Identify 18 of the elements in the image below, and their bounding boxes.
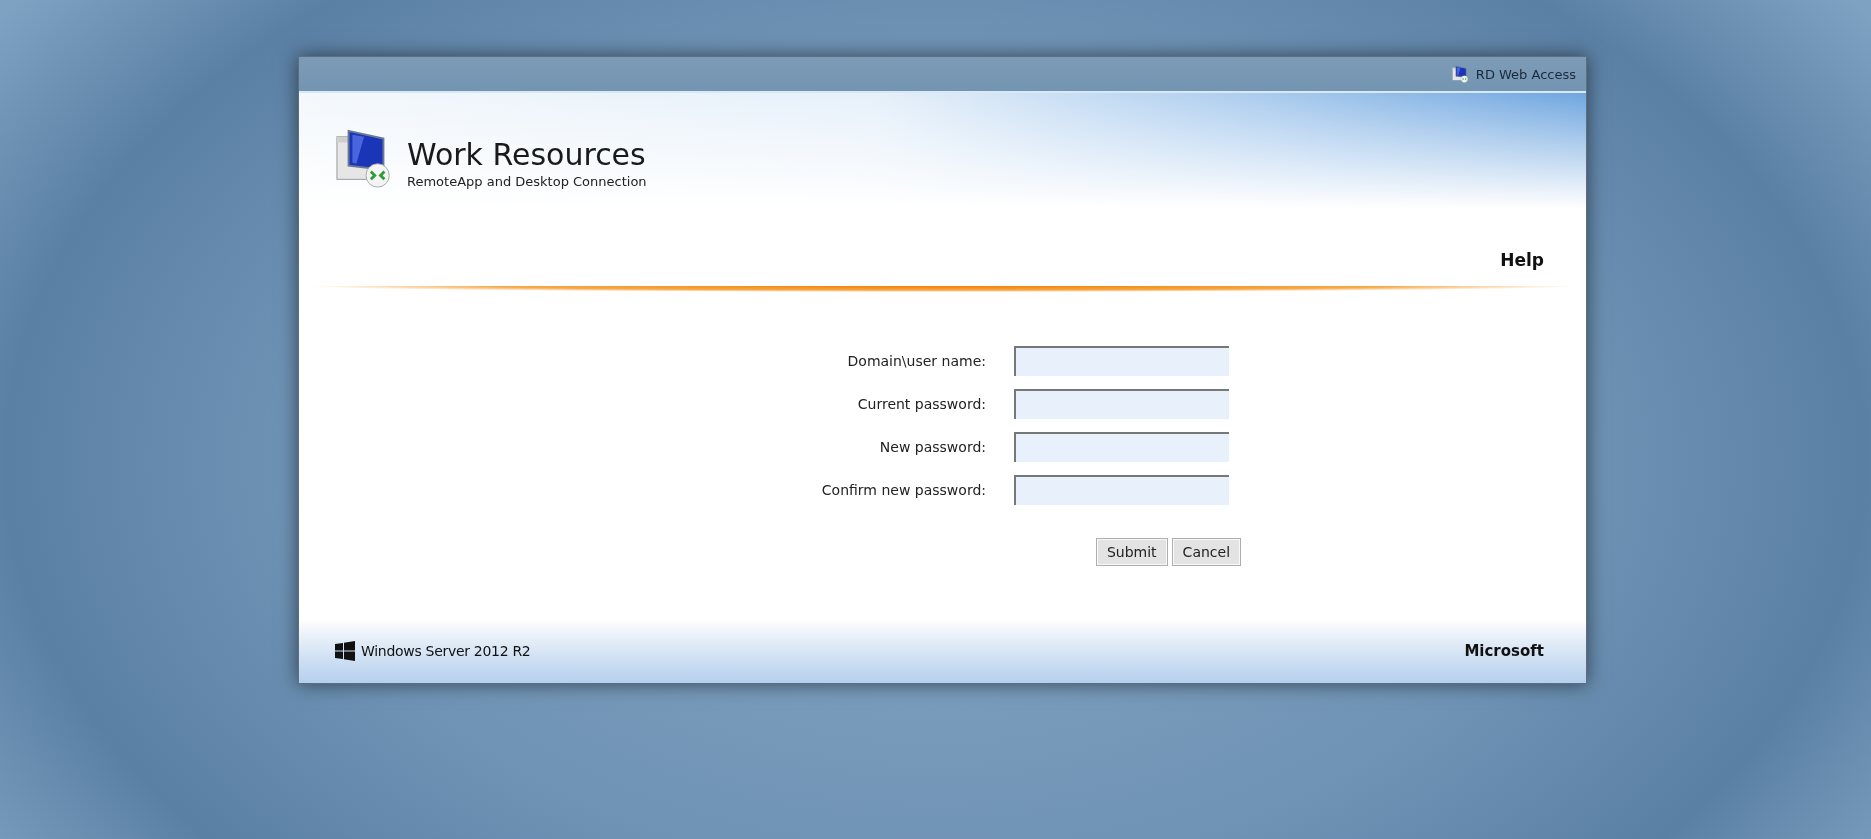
field-label: Current password: [856, 396, 986, 412]
field-label: Confirm new password: [820, 482, 986, 498]
remote-desktop-icon [1451, 65, 1470, 83]
windows-logo-icon [335, 641, 355, 661]
field-label: Domain\user name: [846, 353, 986, 369]
rd-web-access-link[interactable]: RD Web Access [1475, 66, 1576, 82]
input-field[interactable] [1014, 389, 1229, 419]
submit-button[interactable]: Submit [1095, 538, 1168, 566]
input-field[interactable] [1014, 432, 1229, 462]
input-field[interactable] [1014, 475, 1229, 505]
page-title: Work Resources [407, 137, 647, 172]
help-link[interactable]: Help [1500, 250, 1544, 270]
field-label: New password: [878, 439, 986, 455]
input-field[interactable] [1014, 346, 1229, 376]
page-subtitle: RemoteApp and Desktop Connection [407, 174, 647, 189]
product-name: Windows Server 2012 R2 [361, 643, 531, 659]
company-name: Microsoft [1464, 642, 1544, 660]
cancel-button[interactable]: Cancel [1171, 538, 1242, 566]
